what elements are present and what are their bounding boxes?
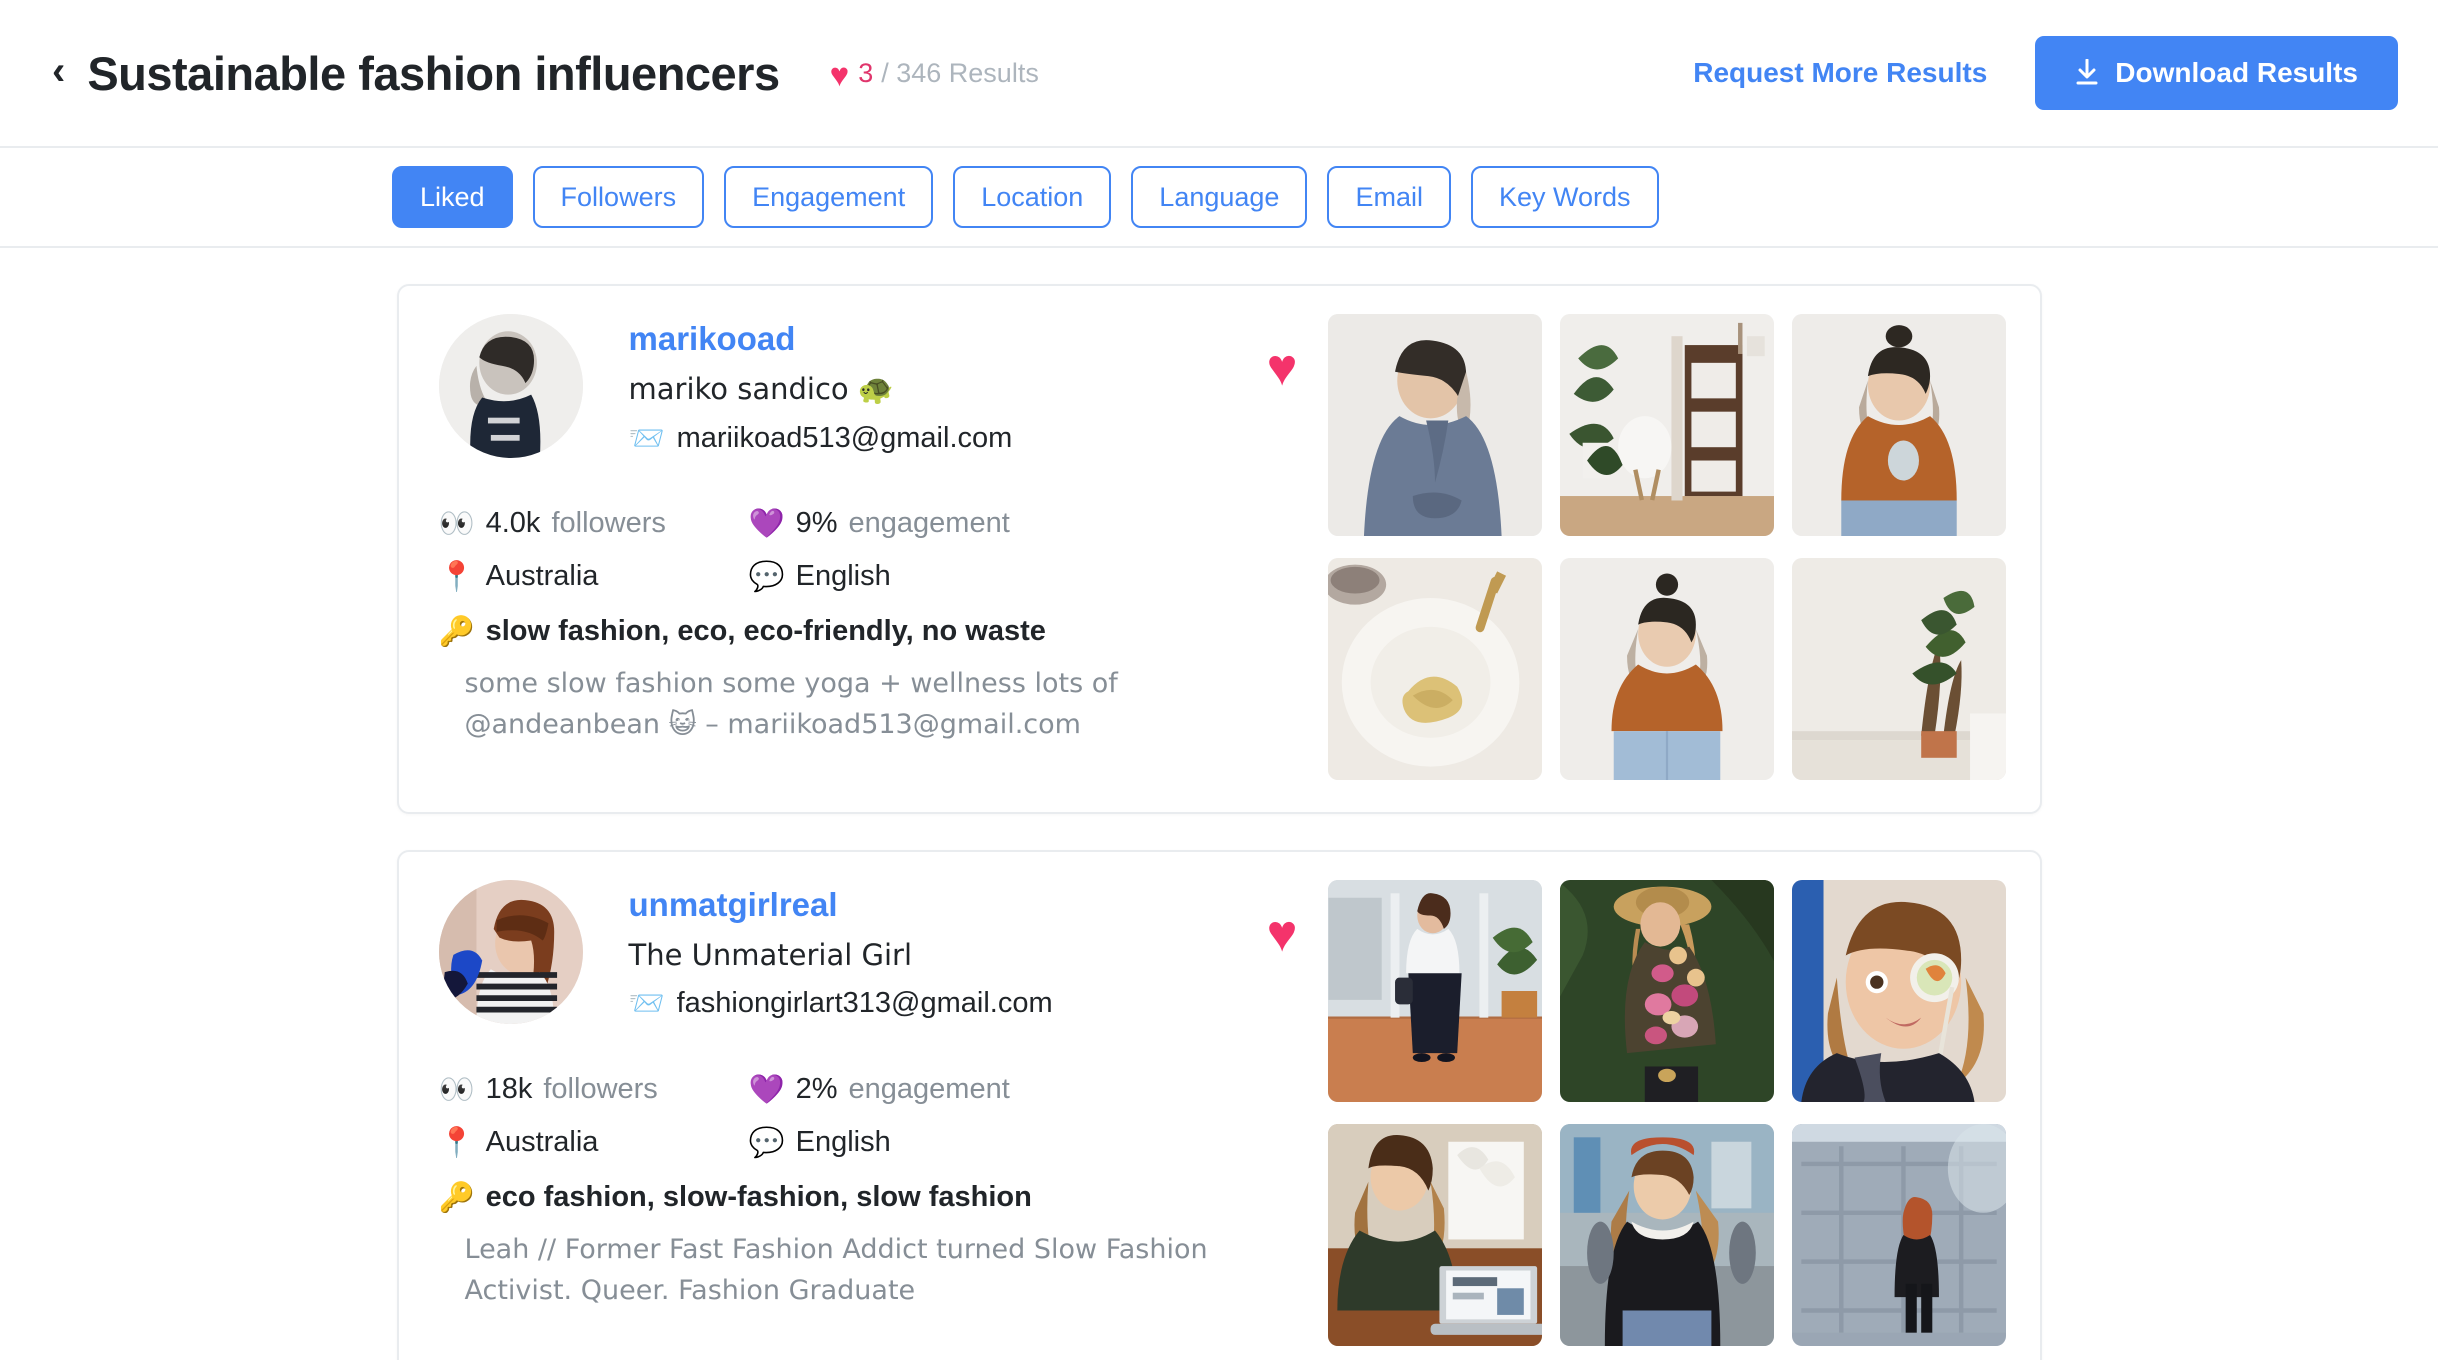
results-list: marikooad mariko sandico 🐢 📨 mariikoad51…	[0, 248, 2438, 1360]
keywords-row: 🔑 slow fashion, eco, eco-friendly, no wa…	[439, 614, 1304, 649]
filter-tab-language[interactable]: Language	[1131, 166, 1308, 228]
request-more-results-link[interactable]: Request More Results	[1693, 57, 1987, 89]
thumbnail[interactable]	[1791, 314, 2006, 536]
thumbnail[interactable]	[1791, 880, 2006, 1102]
keywords-row: 🔑 eco fashion, slow-fashion, slow fashio…	[439, 1180, 1304, 1215]
influencer-fullname: mariko sandico 🐢	[628, 372, 894, 406]
stats-grid: 👀 4.0k followers 💜 9% engagement 📍 Austr…	[439, 506, 1304, 594]
eyes-icon: 👀	[438, 506, 475, 540]
thumbnail[interactable]	[1559, 880, 1774, 1102]
influencer-email: fashiongirlart313@gmail.com	[676, 987, 1053, 1019]
card-info-panel: unmatgirlreal The Unmaterial Girl 📨 fash…	[438, 880, 1304, 1350]
filter-tab-followers[interactable]: Followers	[532, 166, 705, 228]
like-heart-icon[interactable]: ♥	[1267, 342, 1298, 394]
engagement-label: engagement	[848, 1073, 1010, 1105]
influencer-email-row: 📨 fashiongirlart313@gmail.com	[629, 986, 1053, 1021]
avatar[interactable]	[438, 880, 583, 1024]
thumbnail[interactable]	[1327, 880, 1542, 1102]
thumbnail[interactable]	[1327, 558, 1542, 780]
followers-stat: 👀 4.0k followers	[439, 506, 749, 541]
influencer-card[interactable]: unmatgirlreal The Unmaterial Girl 📨 fash…	[396, 850, 2042, 1360]
language-stat: 💬 English	[749, 1125, 1304, 1160]
engagement-stat: 💜 9% engagement	[749, 506, 1304, 541]
thumbnail[interactable]	[1327, 1124, 1542, 1346]
filter-tab-liked[interactable]: Liked	[392, 166, 513, 228]
followers-label: followers	[543, 1073, 658, 1105]
filter-tab-email[interactable]: Email	[1327, 166, 1451, 228]
thumbnail[interactable]	[1791, 558, 2006, 780]
engagement-value: 9%	[795, 507, 838, 539]
followers-value: 18k	[485, 1073, 533, 1105]
pin-icon: 📍	[438, 1125, 475, 1159]
speech-bubble-icon: 💬	[748, 1125, 785, 1159]
identity-row: unmatgirlreal The Unmaterial Girl 📨 fash…	[438, 880, 1304, 1024]
filter-tab-location[interactable]: Location	[953, 166, 1112, 228]
key-icon: 🔑	[438, 614, 475, 648]
heart-icon: ♥	[829, 55, 850, 93]
language-value: English	[795, 560, 891, 592]
location-value: Australia	[485, 1126, 599, 1158]
influencer-handle[interactable]: marikooad	[629, 320, 796, 358]
influencer-card[interactable]: marikooad mariko sandico 🐢 📨 mariikoad51…	[396, 284, 2042, 814]
eyes-icon: 👀	[438, 1072, 475, 1106]
key-icon: 🔑	[438, 1180, 475, 1214]
keywords-value: slow fashion, eco, eco-friendly, no wast…	[485, 615, 1046, 647]
total-results-label: / 346 Results	[881, 57, 1039, 88]
download-icon	[2075, 59, 2099, 87]
purple-heart-icon: 💜	[748, 1072, 785, 1106]
influencer-email: mariikoad513@gmail.com	[676, 422, 1013, 454]
influencer-bio: Leah // Former Fast Fashion Addict turne…	[464, 1234, 1208, 1307]
results-meta: ♥ 3 / 346 Results	[830, 56, 1039, 91]
liked-count: 3	[858, 57, 874, 88]
page-title: Sustainable fashion influencers	[87, 46, 780, 100]
download-results-label: Download Results	[2115, 57, 2358, 88]
engagement-value: 2%	[795, 1073, 838, 1105]
engagement-label: engagement	[848, 507, 1010, 539]
back-chevron-icon[interactable]: ‹	[52, 51, 65, 91]
speech-bubble-icon: 💬	[748, 559, 785, 593]
thumbnail[interactable]	[1791, 1124, 2006, 1346]
engagement-stat: 💜 2% engagement	[749, 1072, 1304, 1107]
pin-icon: 📍	[438, 559, 475, 593]
envelope-icon: 📨	[628, 986, 665, 1020]
filter-tab-engagement[interactable]: Engagement	[724, 166, 934, 228]
identity-text: unmatgirlreal The Unmaterial Girl 📨 fash…	[629, 880, 1053, 1021]
thumbnail[interactable]	[1327, 314, 1542, 536]
influencer-search-page: ‹ Sustainable fashion influencers ♥ 3 / …	[0, 0, 2438, 1360]
like-heart-icon[interactable]: ♥	[1267, 908, 1298, 960]
identity-row: marikooad mariko sandico 🐢 📨 mariikoad51…	[438, 314, 1304, 458]
location-stat: 📍 Australia	[439, 1125, 749, 1160]
influencer-fullname: The Unmaterial Girl	[628, 938, 913, 972]
page-header: ‹ Sustainable fashion influencers ♥ 3 / …	[0, 0, 2438, 148]
followers-stat: 👀 18k followers	[439, 1072, 749, 1107]
thumbnail[interactable]	[1559, 1124, 1774, 1346]
download-results-button[interactable]: Download Results	[2035, 36, 2398, 110]
identity-text: marikooad mariko sandico 🐢 📨 mariikoad51…	[629, 314, 1013, 456]
purple-heart-icon: 💜	[748, 506, 785, 540]
language-value: English	[795, 1126, 891, 1158]
filter-tab-bar: Liked Followers Engagement Location Lang…	[0, 148, 2438, 248]
influencer-email-row: 📨 mariikoad513@gmail.com	[629, 421, 1013, 456]
followers-label: followers	[551, 507, 666, 539]
influencer-handle[interactable]: unmatgirlreal	[629, 886, 838, 924]
followers-value: 4.0k	[485, 507, 541, 539]
thumbnail[interactable]	[1559, 314, 1774, 536]
thumbnail-grid	[1304, 880, 2006, 1350]
influencer-bio: some slow fashion some yoga + wellness l…	[464, 668, 1118, 741]
location-stat: 📍 Australia	[439, 559, 749, 594]
keywords-value: eco fashion, slow-fashion, slow fashion	[485, 1181, 1032, 1213]
avatar[interactable]	[438, 314, 583, 458]
thumbnail[interactable]	[1559, 558, 1774, 780]
location-value: Australia	[485, 560, 599, 592]
card-info-panel: marikooad mariko sandico 🐢 📨 mariikoad51…	[438, 314, 1304, 784]
language-stat: 💬 English	[749, 559, 1304, 594]
thumbnail-grid	[1304, 314, 2006, 784]
filter-tab-key-words[interactable]: Key Words	[1470, 166, 1659, 228]
stats-grid: 👀 18k followers 💜 2% engagement 📍 Austra…	[439, 1072, 1304, 1160]
envelope-icon: 📨	[628, 421, 665, 455]
